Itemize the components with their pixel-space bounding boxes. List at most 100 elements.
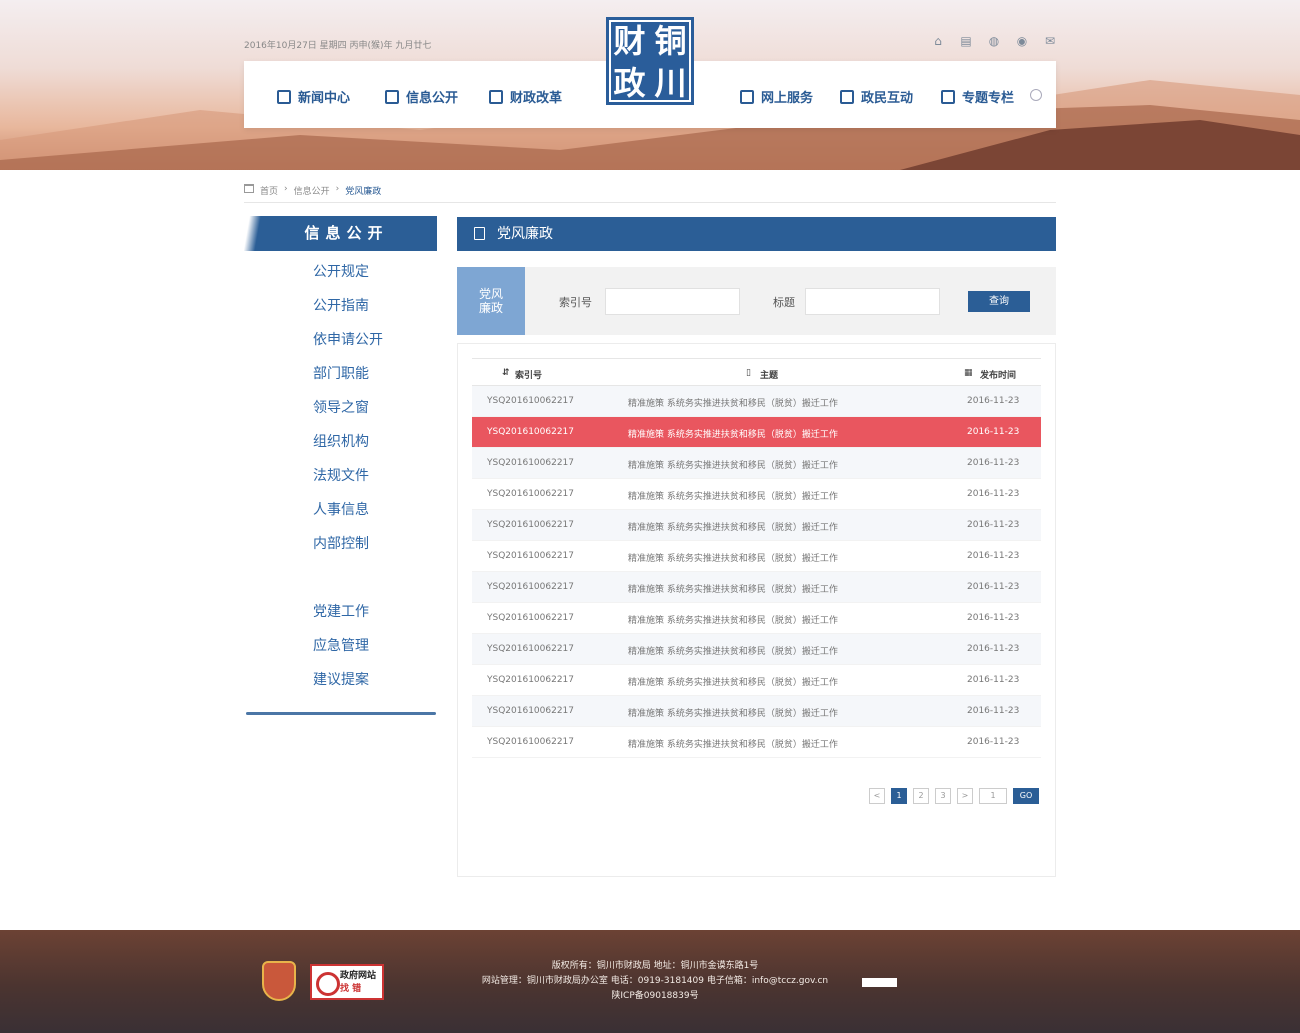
footer: 政府网站找 错 版权所有：铜川市财政局 地址：铜川市金谟东路1号 网站管理：铜川… (0, 930, 1300, 1033)
contact-line: 网站管理：铜川市财政局办公室 电话：0919-3181409 电子信箱：info… (481, 976, 829, 986)
table-row[interactable]: YSQ201610062217 精准施策 系统务实推进扶贫和移民（脱贫）搬迁工作 2… (472, 510, 1041, 541)
title-input[interactable] (805, 288, 940, 315)
next-page-button[interactable]: > (957, 788, 973, 804)
logo-char: 川 (654, 64, 687, 102)
row-date: 2016-11-23 (967, 644, 1020, 654)
row-index: YSQ201610062217 (487, 520, 575, 530)
nav-interaction[interactable]: 政民互动 (840, 87, 913, 106)
nav-news[interactable]: 新闻中心 (277, 87, 350, 106)
row-subject[interactable]: 精准施策 系统务实推进扶贫和移民（脱贫）搬迁工作 (628, 458, 838, 471)
breadcrumb-info[interactable]: 信息公开 (294, 184, 330, 197)
sidebar-item-emergency[interactable]: 应急管理 (244, 632, 437, 666)
sidebar-item-functions[interactable]: 部门职能 (244, 360, 437, 394)
sidebar-item-request[interactable]: 依申请公开 (244, 326, 437, 360)
header-index[interactable]: 索引号 (515, 368, 542, 381)
row-subject[interactable]: 精准施策 系统务实推进扶贫和移民（脱贫）搬迁工作 (628, 675, 838, 688)
table-row[interactable]: YSQ201610062217 精准施策 系统务实推进扶贫和移民（脱贫）搬迁工作 2… (472, 665, 1041, 696)
table-row[interactable]: YSQ201610062217 精准施策 系统务实推进扶贫和移民（脱贫）搬迁工作 2… (472, 417, 1041, 448)
row-subject[interactable]: 精准施策 系统务实推进扶贫和移民（脱贫）搬迁工作 (628, 551, 838, 564)
table-row[interactable]: YSQ201610062217 精准施策 系统务实推进扶贫和移民（脱贫）搬迁工作 2… (472, 386, 1041, 417)
row-subject[interactable]: 精准施策 系统务实推进扶贫和移民（脱贫）搬迁工作 (628, 644, 838, 657)
table-row[interactable]: YSQ201610062217 精准施策 系统务实推进扶贫和移民（脱贫）搬迁工作 2… (472, 479, 1041, 510)
mail-icon[interactable]: ✉ (1042, 34, 1058, 48)
query-button[interactable]: 查询 (968, 291, 1030, 312)
index-label: 索引号 (559, 296, 592, 309)
sidebar-item-regulations[interactable]: 法规文件 (244, 462, 437, 496)
row-subject[interactable]: 精准施策 系统务实推进扶贫和移民（脱贫）搬迁工作 (628, 582, 838, 595)
row-subject[interactable]: 精准施策 系统务实推进扶贫和移民（脱贫）搬迁工作 (628, 613, 838, 626)
sidebar-item-guide[interactable]: 公开指南 (244, 292, 437, 326)
page-2[interactable]: 2 (913, 788, 929, 804)
search-icon[interactable] (1030, 89, 1042, 101)
sidebar-item-party-building[interactable]: 党建工作 (244, 598, 437, 632)
sidebar-item-proposals[interactable]: 建议提案 (244, 666, 437, 700)
table-row[interactable]: YSQ201610062217 精准施策 系统务实推进扶贫和移民（脱贫）搬迁工作 2… (472, 727, 1041, 758)
row-date: 2016-11-23 (967, 737, 1020, 747)
table-header: ⇵ 索引号 ▯ 主题 ▦ 发布时间 (472, 358, 1041, 386)
row-date: 2016-11-23 (967, 706, 1020, 716)
people-icon (840, 89, 854, 104)
sidebar-divider (246, 712, 436, 715)
row-subject[interactable]: 精准施策 系统务实推进扶贫和移民（脱贫）搬迁工作 (628, 706, 838, 719)
row-index: YSQ201610062217 (487, 644, 575, 654)
breadcrumb-separator: › (335, 184, 340, 194)
nav-label: 财政改革 (510, 91, 563, 106)
nav-label: 信息公开 (406, 91, 459, 106)
table-row[interactable]: YSQ201610062217 精准施策 系统务实推进扶贫和移民（脱贫）搬迁工作 2… (472, 572, 1041, 603)
sidebar-item-rules[interactable]: 公开规定 (244, 258, 437, 292)
row-subject[interactable]: 精准施策 系统务实推进扶贫和移民（脱贫）搬迁工作 (628, 427, 838, 440)
badge-text: 找 错 (340, 984, 362, 994)
page-3[interactable]: 3 (935, 788, 951, 804)
page-jump-input[interactable]: 1 (979, 788, 1007, 804)
table-row[interactable]: YSQ201610062217 精准施策 系统务实推进扶贫和移民（脱贫）搬迁工作 2… (472, 603, 1041, 634)
content-header: 党风廉政 (457, 217, 1056, 251)
table-row[interactable]: YSQ201610062217 精准施策 系统务实推进扶贫和移民（脱贫）搬迁工作 2… (472, 634, 1041, 665)
page-1[interactable]: 1 (891, 788, 907, 804)
logo-char: 财 (613, 22, 646, 60)
row-index: YSQ201610062217 (487, 458, 575, 468)
document-icon (385, 89, 399, 104)
row-subject[interactable]: 精准施策 系统务实推进扶贫和移民（脱贫）搬迁工作 (628, 737, 838, 750)
index-input[interactable] (605, 288, 740, 315)
home-icon[interactable]: ⌂ (930, 34, 946, 48)
breadcrumb-home[interactable]: 首页 (260, 184, 278, 197)
header-subject[interactable]: 主题 (760, 368, 778, 381)
table-row[interactable]: YSQ201610062217 精准施策 系统务实推进扶贫和移民（脱贫）搬迁工作 2… (472, 448, 1041, 479)
column-icon (941, 89, 955, 104)
sidebar-item-internal-control[interactable]: 内部控制 (244, 530, 437, 564)
table-row[interactable]: YSQ201610062217 精准施策 系统务实推进扶贫和移民（脱贫）搬迁工作 2… (472, 696, 1041, 727)
home-icon (244, 184, 254, 193)
bookmark-icon[interactable]: ▤ (958, 34, 974, 48)
header-date[interactable]: 发布时间 (980, 368, 1016, 381)
row-date: 2016-11-23 (967, 613, 1020, 623)
weibo-icon[interactable]: ◉ (1014, 34, 1030, 48)
nav-special-column[interactable]: 专题专栏 (941, 87, 1014, 106)
calendar-icon: ▦ (964, 368, 973, 378)
site-logo[interactable]: 财 铜 政 川 (606, 17, 694, 105)
sidebar-item-organization[interactable]: 组织机构 (244, 428, 437, 462)
wechat-icon[interactable]: ◍ (986, 34, 1002, 48)
sidebar-item-integrity[interactable]: 党风廉政 (244, 564, 437, 598)
row-index: YSQ201610062217 (487, 396, 575, 406)
go-button[interactable]: GO (1013, 788, 1039, 804)
breadcrumb-current: 党风廉政 (345, 187, 382, 197)
icp-line[interactable]: 陕ICP备09018839号 (440, 989, 870, 1004)
table-row[interactable]: YSQ201610062217 精准施策 系统务实推进扶贫和移民（脱贫）搬迁工作 2… (472, 541, 1041, 572)
nav-info-disclosure[interactable]: 信息公开 (385, 87, 458, 106)
nav-fiscal-reform[interactable]: 财政改革 (489, 87, 562, 106)
nav-online-service[interactable]: 网上服务 (740, 87, 813, 106)
sidebar-item-personnel[interactable]: 人事信息 (244, 496, 437, 530)
gov-site-error-badge[interactable]: 政府网站找 错 (310, 964, 384, 1000)
document-icon (474, 227, 485, 240)
row-subject[interactable]: 精准施策 系统务实推进扶贫和移民（脱贫）搬迁工作 (628, 520, 838, 533)
sidebar-item-leaders[interactable]: 领导之窗 (244, 394, 437, 428)
row-subject[interactable]: 精准施策 系统务实推进扶贫和移民（脱贫）搬迁工作 (628, 396, 838, 409)
certification-icon (862, 978, 897, 987)
pagination: < 1 2 3 > 1 GO (869, 788, 1039, 804)
row-index: YSQ201610062217 (487, 582, 575, 592)
row-index: YSQ201610062217 (487, 489, 575, 499)
row-index: YSQ201610062217 (487, 613, 575, 623)
emblem-icon (262, 961, 296, 1001)
prev-page-button[interactable]: < (869, 788, 885, 804)
row-subject[interactable]: 精准施策 系统务实推进扶贫和移民（脱贫）搬迁工作 (628, 489, 838, 502)
